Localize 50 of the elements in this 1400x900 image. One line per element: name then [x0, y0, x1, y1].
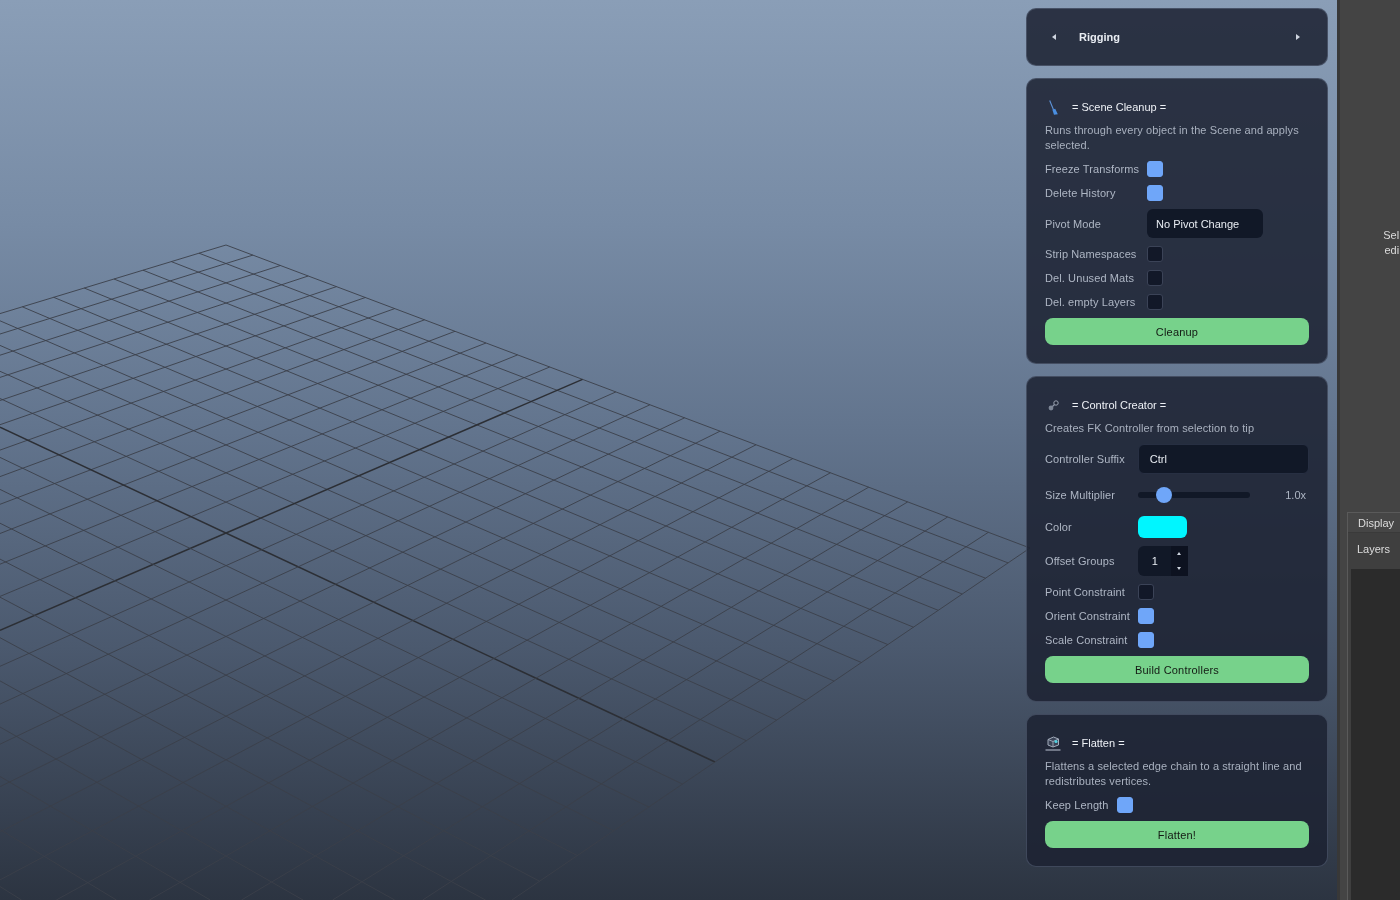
checkbox[interactable] [1147, 185, 1163, 201]
field-label: Orient Constraint [1045, 610, 1130, 622]
field-label: Strip Namespaces [1045, 248, 1138, 260]
slider-track[interactable] [1137, 487, 1250, 503]
field-label: Offset Groups [1045, 555, 1116, 567]
field-label: Del. Unused Mats [1045, 272, 1136, 284]
checkbox[interactable] [1137, 584, 1154, 600]
status-message: Sel edi [1383, 228, 1400, 258]
checkbox[interactable] [1147, 246, 1163, 262]
action-button[interactable]: Cleanup [1045, 318, 1309, 345]
slider-thumb[interactable] [1155, 487, 1172, 503]
caret-up-icon [1177, 552, 1182, 555]
checkbox[interactable] [1147, 161, 1163, 177]
field-label: Del. empty Layers [1045, 296, 1137, 308]
field-label: Delete History [1045, 187, 1117, 199]
field-label: Size Multiplier [1045, 489, 1116, 501]
checkbox[interactable] [1147, 294, 1163, 310]
section-title: = Flatten = [1072, 737, 1125, 749]
menu-item[interactable]: Layers [1357, 542, 1391, 556]
number-field[interactable]: 1 [1137, 546, 1171, 576]
section-title: = Control Creator = [1072, 399, 1167, 411]
field-label: Point Constraint [1045, 586, 1126, 598]
action-button[interactable]: Build Controllers [1045, 656, 1309, 683]
tab[interactable]: Display [1348, 513, 1400, 533]
slider-value: 1.0x [1285, 489, 1307, 501]
section-description: Runs through every object in the Scene and applys selected. [1045, 123, 1300, 153]
caret-left-icon [1052, 34, 1056, 40]
broom-icon [1048, 99, 1058, 115]
color-swatch[interactable] [1137, 516, 1187, 538]
field-label: Color [1045, 521, 1073, 533]
caret-right-icon [1296, 34, 1300, 40]
section-description: Flattens a selected edge chain to a straight line and redistributes vertices. [1045, 759, 1303, 789]
category-label: Rigging [1079, 31, 1121, 43]
field-label: Scale Constraint [1045, 634, 1129, 646]
checkbox[interactable] [1137, 608, 1154, 624]
section-title: = Scene Cleanup = [1072, 101, 1167, 113]
action-button[interactable]: Flatten! [1045, 821, 1309, 848]
field-label: Controller Suffix [1045, 453, 1126, 465]
checkbox[interactable] [1116, 797, 1133, 813]
text-field[interactable]: Ctrl [1137, 444, 1309, 474]
field-label: Freeze Transforms [1045, 163, 1139, 175]
field-label: Pivot Mode [1045, 217, 1103, 230]
dropdown[interactable]: No Pivot Change [1147, 209, 1264, 238]
cube-on-plane-icon [1045, 735, 1061, 751]
caret-down-icon [1177, 567, 1182, 570]
section-description: Creates FK Controller from selection to tip [1045, 421, 1256, 436]
field-label: Keep Length [1045, 799, 1109, 811]
joint-chain-icon [1047, 399, 1059, 411]
checkbox[interactable] [1137, 632, 1154, 648]
checkbox[interactable] [1147, 270, 1163, 286]
